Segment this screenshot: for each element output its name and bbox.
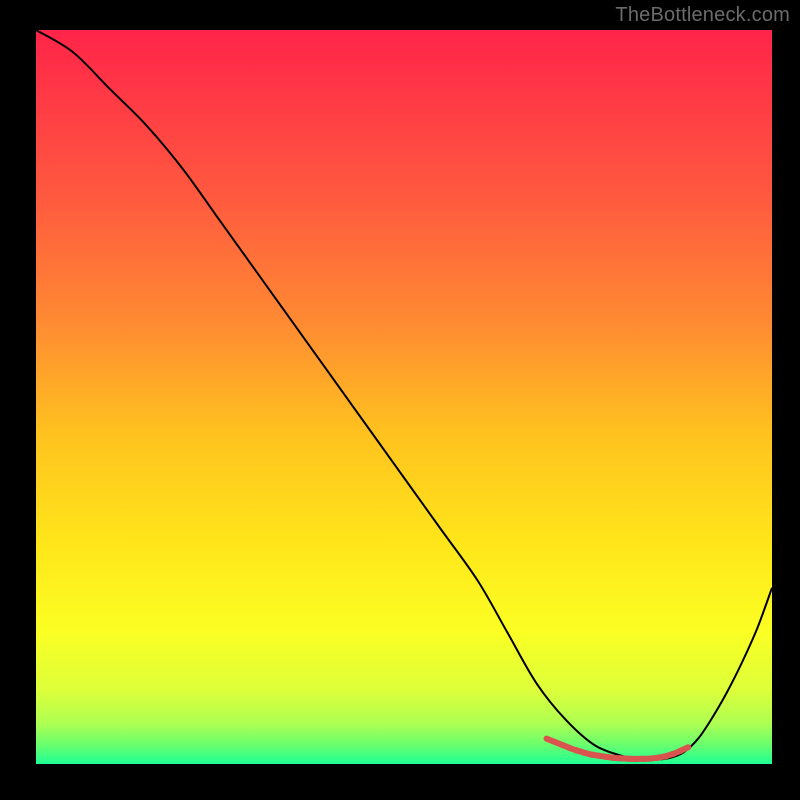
chart-container: TheBottleneck.com <box>0 0 800 800</box>
bottleneck-chart <box>0 0 800 800</box>
highlight-dash <box>679 747 688 751</box>
watermark-text: TheBottleneck.com <box>615 4 790 27</box>
plot-background <box>36 30 772 764</box>
